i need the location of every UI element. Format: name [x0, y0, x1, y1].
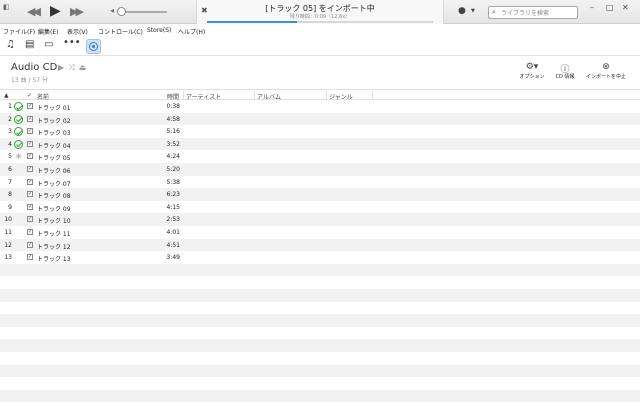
import-progress-fill	[207, 21, 298, 23]
sort-icon[interactable]: ▲	[4, 92, 9, 99]
search-box[interactable]: ⌕	[488, 6, 578, 19]
track-checkbox[interactable]: ✓	[27, 140, 33, 147]
table-row[interactable]: 13 ✓ トラック 13 3:49	[0, 251, 640, 264]
album-subtitle: 13 曲 / 57 分	[11, 77, 48, 84]
import-done-icon	[14, 139, 23, 149]
chevron-down-icon[interactable]: ▼	[471, 8, 475, 14]
music-icon[interactable]: ♫	[6, 40, 15, 50]
track-checkbox[interactable]: ✓	[27, 228, 33, 235]
window-menu-icon[interactable]: ◧	[3, 3, 10, 11]
volume-icon: ◂	[110, 6, 115, 15]
table-row[interactable]: 11 ✓ トラック 11 4:01	[0, 226, 640, 239]
shuffle-icon[interactable]: ⤨	[68, 63, 74, 72]
media-toolbar: ♫ ▤ ▭ •••	[0, 37, 640, 56]
minimize-icon[interactable]: –	[590, 3, 594, 12]
eject-icon[interactable]: ⏏	[79, 63, 87, 72]
track-checkbox[interactable]: ✓	[27, 203, 33, 210]
import-done-icon	[14, 127, 23, 137]
importing-spinner-icon: ✳	[15, 152, 22, 162]
options-button[interactable]: ⚙▾ オプション	[518, 62, 546, 80]
status-display: ✖ [トラック 05] をインポート中 残り時間：0:09（12.6x）	[196, 0, 444, 24]
maximize-icon[interactable]: □	[606, 3, 614, 12]
menu-edit[interactable]: 編集(E)	[38, 27, 58, 36]
track-checkbox[interactable]: ✓	[27, 216, 33, 223]
table-row[interactable]: 6 ✓ トラック 06 5:20	[0, 162, 640, 176]
album-title: Audio CD	[11, 62, 58, 73]
table-row[interactable]: 12 ✓ トラック 12 4:51	[0, 238, 640, 252]
table-row[interactable]: 10 ✓ トラック 10 2:53	[0, 213, 640, 226]
rewind-icon[interactable]: ◀◀	[27, 6, 41, 17]
volume-slider-track[interactable]	[119, 11, 167, 13]
menu-store[interactable]: Store(S)	[147, 27, 171, 34]
fast-forward-icon[interactable]: ▶▶	[70, 6, 84, 17]
import-progress-bar	[207, 21, 433, 23]
empty-list-area	[0, 263, 640, 414]
track-checkbox[interactable]: ✓	[27, 165, 33, 172]
table-row[interactable]: 7 ✓ トラック 07 5:38	[0, 176, 640, 189]
import-done-icon	[14, 114, 23, 124]
track-checkbox[interactable]: ✓	[27, 115, 33, 122]
tv-icon[interactable]: ▭	[44, 40, 53, 50]
table-row[interactable]: 8 ✓ トラック 08 6:23	[0, 188, 640, 201]
more-icon[interactable]: •••	[63, 38, 81, 48]
account-icon[interactable]: ●	[458, 6, 466, 16]
stop-import-button[interactable]: ⊗ インポートを中止	[582, 62, 630, 80]
table-row[interactable]: 4 ✓ トラック 04 3:52	[0, 137, 640, 151]
track-checkbox[interactable]: ✓	[27, 241, 33, 248]
track-checkbox[interactable]: ✓	[27, 254, 33, 261]
status-subtitle: 残り時間：0:09（12.6x）	[289, 14, 351, 20]
track-checkbox[interactable]: ✓	[27, 128, 33, 135]
search-icon: ⌕	[492, 8, 496, 16]
search-input[interactable]	[501, 8, 575, 18]
menu-file[interactable]: ファイル(F)	[3, 27, 35, 36]
album-controls: ▶ ⤨ ⏏	[58, 63, 90, 73]
track-checkbox[interactable]: ✓	[27, 178, 33, 185]
table-row[interactable]: 9 ✓ トラック 09 4:15	[0, 201, 640, 214]
table-row[interactable]: 2 ✓ トラック 02 4:58	[0, 112, 640, 126]
table-row[interactable]: 5 ✳ ✓ トラック 05 4:24	[0, 150, 640, 163]
cd-source-button[interactable]	[86, 39, 101, 54]
play-album-icon[interactable]: ▶	[58, 63, 64, 72]
track-checkbox[interactable]: ✓	[27, 153, 33, 160]
movie-icon[interactable]: ▤	[25, 40, 34, 50]
play-icon[interactable]: ▶	[50, 4, 61, 18]
info-icon: ⓘ	[560, 65, 570, 75]
menu-help[interactable]: ヘルプ(H)	[178, 27, 205, 36]
track-checkbox[interactable]: ✓	[27, 191, 33, 198]
player-bar: ◧ ◀◀ ▶ ▶▶ ◂ ✖ [トラック 05] をインポート中 残り時間：0:0…	[0, 0, 640, 24]
import-done-icon	[14, 102, 23, 111]
menu-view[interactable]: 表示(V)	[67, 27, 88, 36]
stop-icon: ⊗	[602, 62, 610, 72]
menu-bar: ファイル(F) 編集(E) 表示(V) コントロール(C) Store(S) ヘ…	[0, 25, 640, 37]
track-list: 1 ✓ トラック 01 0:38 2 ✓ トラック 02 4:58 3 ✓ トラ…	[0, 100, 640, 264]
track-checkbox[interactable]: ✓	[27, 103, 33, 109]
window-close-icon[interactable]: ✕	[622, 3, 629, 12]
column-check[interactable]: ✓	[27, 92, 32, 99]
volume-slider-knob[interactable]	[117, 7, 126, 16]
gear-icon: ⚙▾	[525, 62, 539, 72]
table-row[interactable]: 3 ✓ トラック 03 5:16	[0, 125, 640, 138]
table-row[interactable]: 1 ✓ トラック 01 0:38	[0, 100, 640, 113]
menu-control[interactable]: コントロール(C)	[98, 27, 143, 36]
cd-info-button[interactable]: ⓘ CD 情報	[550, 62, 580, 80]
track-table-header: ▲ ✓ 名前 時間 アーティスト アルバム ジャンル	[0, 89, 640, 101]
